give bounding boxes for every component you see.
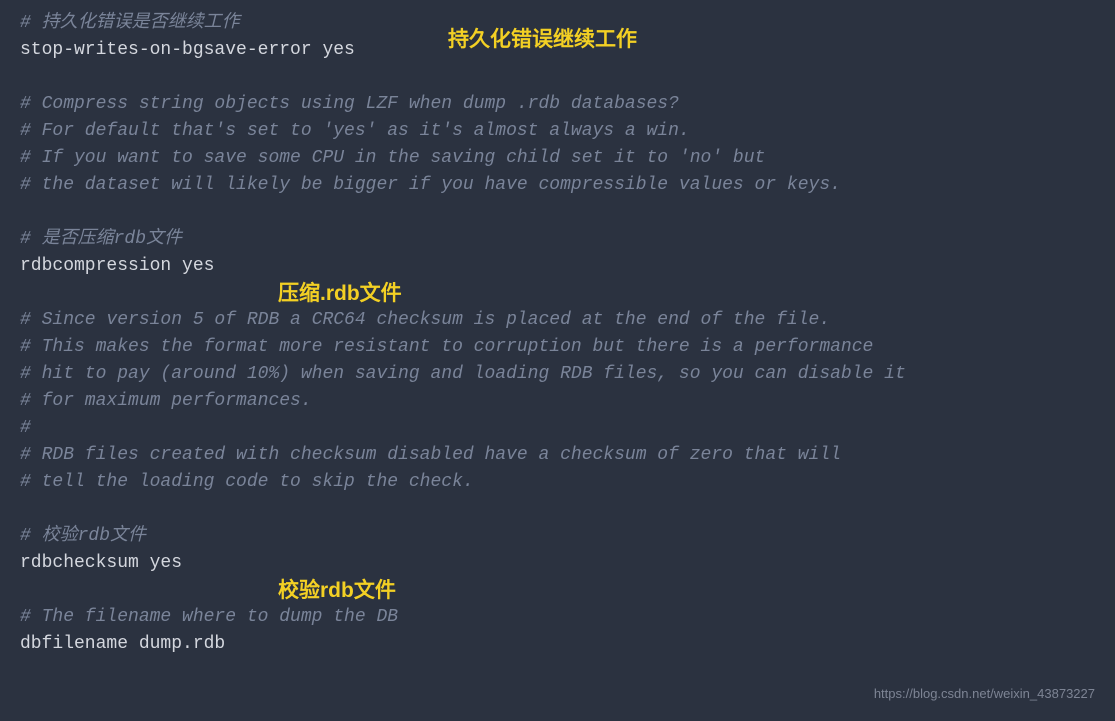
watermark-text: https://blog.csdn.net/weixin_43873227 [874,684,1095,704]
comment-checksum-5: # [20,415,1095,442]
annotation-compress-rdb: 压缩.rdb文件 [278,278,402,310]
comment-compress-3: # If you want to save some CPU in the sa… [20,145,1095,172]
comment-dbfilename: # The filename where to dump the DB [20,604,1095,631]
comment-checksum-1: # Since version 5 of RDB a CRC64 checksu… [20,307,1095,334]
comment-compress-4: # the dataset will likely be bigger if y… [20,172,1095,199]
comment-checksum-cn: # 校验rdb文件 [20,523,1095,550]
comment-checksum-2: # This makes the format more resistant t… [20,334,1095,361]
blank-line [20,496,1095,523]
blank-line [20,64,1095,91]
comment-checksum-4: # for maximum performances. [20,388,1095,415]
config-rdbchecksum: rdbchecksum yes [20,550,1095,577]
config-dbfilename: dbfilename dump.rdb [20,631,1095,658]
comment-compress-1: # Compress string objects using LZF when… [20,91,1095,118]
comment-compress-cn: # 是否压缩rdb文件 [20,226,1095,253]
blank-line [20,577,1095,604]
blank-line [20,199,1095,226]
annotation-persist-error: 持久化错误继续工作 [448,24,637,56]
comment-checksum-7: # tell the loading code to skip the chec… [20,469,1095,496]
config-rdbcompression: rdbcompression yes [20,253,1095,280]
blank-line [20,280,1095,307]
comment-checksum-3: # hit to pay (around 10%) when saving an… [20,361,1095,388]
annotation-check-rdb: 校验rdb文件 [278,575,396,607]
comment-compress-2: # For default that's set to 'yes' as it'… [20,118,1095,145]
comment-checksum-6: # RDB files created with checksum disabl… [20,442,1095,469]
